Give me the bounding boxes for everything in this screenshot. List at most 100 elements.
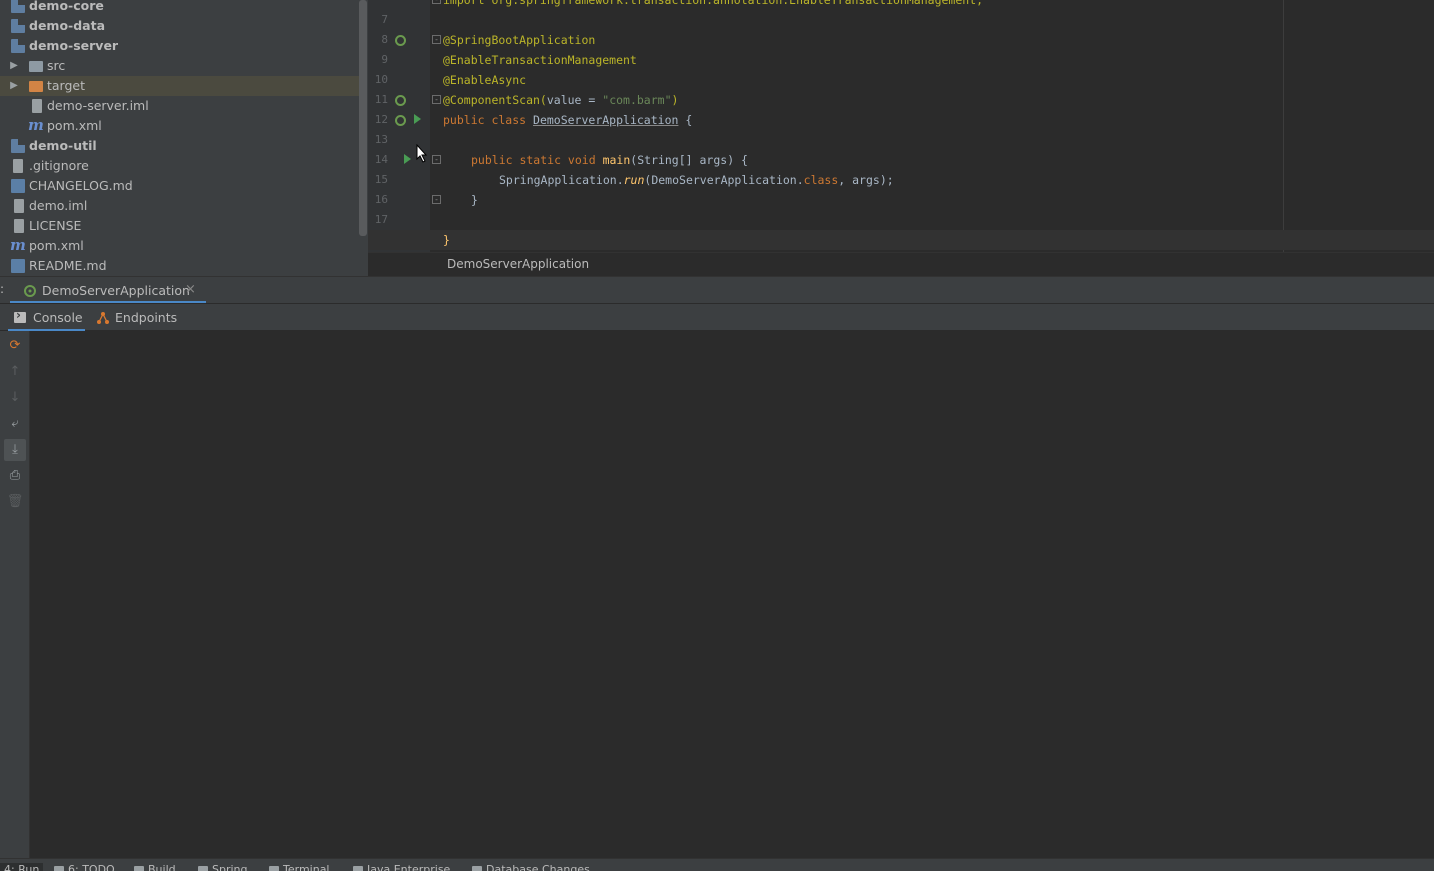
tool-build-label: Build [148,863,176,871]
code-line-15[interactable]: 15 - public static void main(String[] ar… [368,150,1434,186]
folder-icon [29,61,43,72]
maven-icon: m [10,236,26,254]
run-config-tab[interactable]: DemoServerApplication × [10,277,206,304]
tree-item-root-pom[interactable]: m pom.xml [0,236,360,256]
tree-item-changelog[interactable]: CHANGELOG.md [0,176,360,196]
scroll-to-end-icon[interactable]: ⤓ [4,439,26,461]
tool-spring-button[interactable]: Spring [198,863,248,871]
tree-item-demo-util[interactable]: demo-util [0,136,360,156]
editor-breadcrumb[interactable]: DemoServerApplication [368,252,1434,276]
tool-build-button[interactable]: Build [134,863,176,871]
tree-item-server-pom[interactable]: m pom.xml [0,116,360,136]
code-line-12[interactable]: 12 - @ComponentScan(value = "com.barm") [368,90,1434,126]
run-label: : [0,282,5,296]
code-line-14[interactable]: 14 [368,130,1434,166]
tool-window-bar: 4: Run 6: TODO Build Spring Terminal Jav… [0,858,1434,871]
code-text: @ComponentScan(value = "com.barm") [443,93,679,107]
tab-console[interactable]: Console [8,304,85,332]
tool-run-label: 4: Run [4,863,40,871]
tree-item-demo-server-iml[interactable]: demo-server.iml [0,96,360,116]
code-line-10[interactable]: 10 @EnableTransactionManagement [368,50,1434,86]
code-line-11[interactable]: 11 @EnableAsync [368,70,1434,106]
trash-icon[interactable]: 🗑 [4,491,26,513]
spring-bean-icon[interactable] [395,95,406,106]
code-text: @EnableAsync [443,73,527,87]
todo-icon [54,866,64,871]
code-line-7[interactable]: 7 - import org.springframework.transacti… [368,0,1434,26]
code-line-8[interactable]: 8 [368,10,1434,46]
maven-icon: m [28,116,44,134]
code-line-18[interactable]: 18 [368,210,1434,246]
text-file-icon [14,219,24,233]
fold-marker-icon[interactable]: - [432,155,441,164]
module-icon [11,19,25,33]
module-icon [11,139,25,153]
code-line-9[interactable]: 9 - @SpringBootApplication [368,30,1434,66]
tool-run-button[interactable]: 4: Run [0,863,44,871]
module-icon [11,39,25,53]
tree-item-gitignore[interactable]: .gitignore [0,156,360,176]
tool-database-changes-label: Database Changes [486,863,590,871]
spring-icon [198,866,208,871]
soft-wrap-icon[interactable]: ⤶ [4,413,26,435]
console-icon [14,308,26,323]
fold-marker-icon[interactable]: - [432,95,441,104]
module-icon [11,0,25,13]
close-icon[interactable]: × [185,282,196,297]
tool-todo-button[interactable]: 6: TODO [54,863,115,871]
tree-item-src[interactable]: ▶ src [0,56,360,76]
fold-marker-icon[interactable]: - [432,35,441,44]
tree-item-demo-data[interactable]: demo-data [0,16,360,36]
terminal-icon [269,866,279,871]
build-icon [134,866,144,871]
tree-item-demo-server[interactable]: demo-server [0,36,360,56]
tab-endpoints[interactable]: Endpoints [92,304,182,332]
tree-item-license[interactable]: LICENSE [0,216,360,236]
spring-bean-icon[interactable] [395,35,406,46]
tree-item-demo-core[interactable]: demo-core [0,0,360,16]
code-text: SpringApplication.run(DemoServerApplicat… [499,173,894,187]
tool-java-enterprise-button[interactable]: Java Enterprise [353,863,450,871]
folder-excluded-icon [29,81,43,92]
run-gutter-icon[interactable] [404,154,411,164]
tool-spring-label: Spring [212,863,248,871]
code-line-13[interactable]: 13 public class DemoServerApplication { [368,110,1434,146]
print-icon[interactable]: ⎙ [4,465,26,487]
iml-file-icon [14,199,24,213]
expand-arrow-icon[interactable]: ▶ [8,76,20,96]
expand-arrow-icon[interactable]: ▶ [8,56,20,76]
gitignore-icon [13,159,23,173]
code-text: @SpringBootApplication [443,33,596,47]
console-toolbar: ⟳ ↑ ↓ ⤶ ⤓ ⎙ 🗑 [0,331,30,858]
tool-terminal-button[interactable]: Terminal [269,863,330,871]
iml-file-icon [32,99,42,113]
code-text: public static void main(String[] args) { [471,153,748,167]
breadcrumb-item[interactable]: DemoServerApplication [447,257,589,271]
up-arrow-icon[interactable]: ↑ [4,361,26,383]
endpoints-icon [97,312,109,324]
down-arrow-icon[interactable]: ↓ [4,387,26,409]
tool-java-enterprise-label: Java Enterprise [367,863,451,871]
code-text: import org.springframework.transaction.a… [443,0,984,7]
console-output[interactable] [30,331,1434,858]
java-enterprise-icon [353,866,363,871]
database-icon [472,866,482,871]
fold-marker-icon[interactable]: - [432,195,441,204]
spring-bean-icon[interactable] [395,115,406,126]
tool-database-changes-button[interactable]: Database Changes [472,863,590,871]
tree-scrollbar[interactable] [359,0,367,236]
tree-item-target[interactable]: ▶ target [0,76,360,96]
markdown-icon [11,179,25,193]
tree-item-readme[interactable]: README.md [0,256,360,276]
tree-item-demo-iml[interactable]: demo.iml [0,196,360,216]
code-text: } [471,193,478,207]
restart-icon[interactable]: ⟳ [4,335,26,357]
code-line-16[interactable]: 16 SpringApplication.run(DemoServerAppli… [368,170,1434,206]
code-line-17[interactable]: 17 - } [368,190,1434,226]
code-line-19[interactable]: 19 } [368,230,1434,266]
code-editor[interactable]: 7 - import org.springframework.transacti… [368,0,1434,276]
spring-boot-icon [24,285,36,297]
run-gutter-icon[interactable] [414,114,421,124]
project-tree-panel: demo-core demo-data demo-server ▶ src ▶ … [0,0,368,276]
fold-marker-icon[interactable]: - [432,0,441,4]
